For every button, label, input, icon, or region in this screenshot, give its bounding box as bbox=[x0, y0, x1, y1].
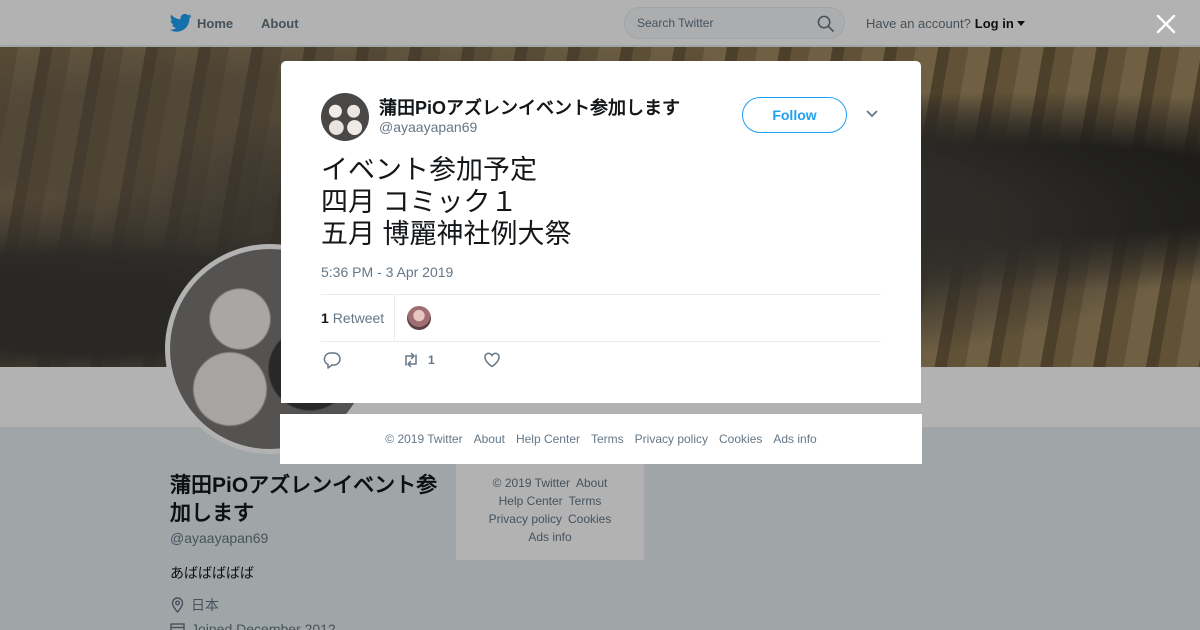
tweet-modal: 蒲田PiOアズレンイベント参加します @ayaayapan69 Follow イ… bbox=[281, 61, 921, 403]
tweet-text-line: 四月 コミック１ bbox=[321, 187, 518, 217]
retweet-icon bbox=[405, 352, 417, 368]
tweet-text: イベント参加予定 四月 コミック１ 五月 博麗神社例大祭 bbox=[321, 154, 572, 250]
tweet-timestamp[interactable]: 5:36 PM - 3 Apr 2019 bbox=[321, 264, 453, 280]
footer-help-link[interactable]: Help Center bbox=[516, 432, 580, 446]
retweet-action-count: 1 bbox=[428, 353, 435, 367]
footer-copyright: © 2019 Twitter bbox=[385, 432, 463, 446]
tweet-author-handle[interactable]: @ayaayapan69 bbox=[379, 119, 477, 135]
footer-privacy-link[interactable]: Privacy policy bbox=[635, 432, 708, 446]
like-button[interactable] bbox=[483, 351, 501, 369]
tweet-text-line: イベント参加予定 bbox=[321, 155, 537, 185]
tweet-text-line: 五月 博麗神社例大祭 bbox=[321, 219, 572, 249]
footer-ads-link[interactable]: Ads info bbox=[773, 432, 816, 446]
tweet-actions: 1 bbox=[321, 351, 621, 375]
modal-footer: © 2019 Twitter About Help Center Terms P… bbox=[280, 414, 922, 464]
reply-icon bbox=[323, 352, 341, 369]
retweet-button[interactable]: 1 bbox=[402, 351, 435, 369]
retweet-stat[interactable]: 1 Retweet bbox=[321, 295, 396, 341]
tweet-author-name[interactable]: 蒲田PiOアズレンイベント参加します bbox=[379, 94, 680, 120]
tweet-stats: 1 Retweet bbox=[321, 294, 881, 342]
tweet-author-avatar[interactable] bbox=[321, 93, 369, 141]
chevron-down-icon[interactable] bbox=[865, 109, 879, 119]
follow-button[interactable]: Follow bbox=[742, 97, 847, 133]
retweet-stat-label: Retweet bbox=[332, 310, 385, 326]
heart-icon bbox=[484, 352, 500, 368]
footer-about-link[interactable]: About bbox=[474, 432, 505, 446]
footer-cookies-link[interactable]: Cookies bbox=[719, 432, 762, 446]
retweeter-avatar[interactable] bbox=[407, 306, 431, 330]
reply-button[interactable] bbox=[323, 351, 341, 369]
footer-terms-link[interactable]: Terms bbox=[591, 432, 624, 446]
close-icon[interactable] bbox=[1154, 12, 1178, 36]
retweet-count: 1 bbox=[321, 310, 329, 326]
